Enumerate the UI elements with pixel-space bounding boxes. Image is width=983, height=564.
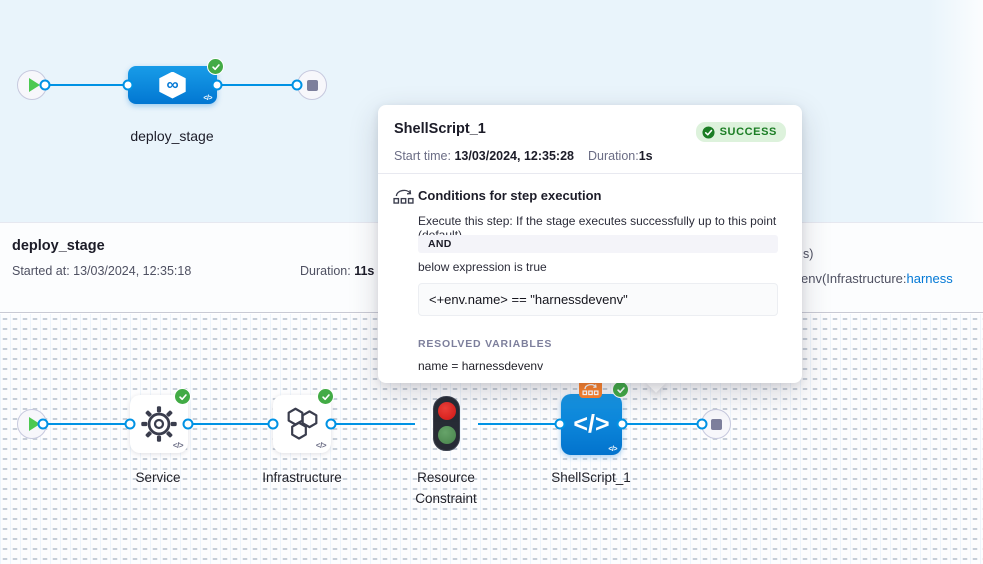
conditions-icon xyxy=(393,187,414,210)
code-icon: </> xyxy=(203,95,212,102)
connector-dot xyxy=(697,419,708,430)
resolved-variable-value: name = harnessdevenv xyxy=(418,359,543,373)
gear-icon xyxy=(140,405,178,443)
shellscript-success-check-icon xyxy=(612,381,629,398)
resolved-variables-heading: RESOLVED VARIABLES xyxy=(418,338,552,350)
step-label-infrastructure: Infrastructure xyxy=(232,467,372,488)
popover-title: ShellScript_1 xyxy=(394,121,486,137)
step-details-popover: ShellScript_1 SUCCESS Start time: 13/03/… xyxy=(378,105,802,383)
conditional-execution-icon xyxy=(582,382,599,396)
pipeline-execution-screen: ∞ </> deploy_stage deploy_stage Started … xyxy=(0,0,983,564)
traffic-light-red-icon xyxy=(438,402,456,420)
duration-label: Duration: xyxy=(588,149,639,163)
cd-stage-icon: ∞ xyxy=(158,72,188,99)
stage-duration: Duration: 11s xyxy=(300,264,374,278)
start-time-label: Start time: xyxy=(394,149,454,163)
code-icon-large: </> xyxy=(573,410,609,439)
environment-text: env(Infrastructure: xyxy=(801,271,907,286)
connector-dot xyxy=(326,419,337,430)
play-icon xyxy=(29,78,40,92)
environment-link[interactable]: harness xyxy=(907,271,953,286)
connector-dot xyxy=(292,80,303,91)
code-icon: </> xyxy=(173,441,183,450)
start-time-value: 13/03/2024, 12:35:28 xyxy=(454,149,574,163)
panel-right-fade xyxy=(928,0,983,222)
popover-meta: Start time: 13/03/2024, 12:35:28 Duration… xyxy=(394,149,653,163)
expression-box: <+env.name> == "harnessdevenv" xyxy=(418,283,778,316)
step-label-resource-constraint: Resource Constraint xyxy=(396,467,496,509)
stage-duration-value: 11s xyxy=(354,264,374,278)
duration-value: 1s xyxy=(639,149,653,163)
stage-success-check-icon xyxy=(207,58,224,75)
clipped-text-line1: s) xyxy=(803,247,813,261)
expression-caption: below expression is true xyxy=(418,260,547,274)
stop-icon xyxy=(307,80,318,91)
step-node-resource-constraint[interactable] xyxy=(433,396,460,451)
status-badge: SUCCESS xyxy=(696,122,786,142)
stage-summary-title: deploy_stage xyxy=(12,238,105,254)
step-label-shellscript-1: ShellScript_1 xyxy=(521,467,661,488)
popover-divider xyxy=(378,173,802,174)
hexagons-icon xyxy=(284,407,321,442)
stop-icon xyxy=(711,419,722,430)
infrastructure-success-check-icon xyxy=(317,388,334,405)
connector-dot xyxy=(123,80,134,91)
connector-dot xyxy=(125,419,136,430)
connector-dot xyxy=(40,80,51,91)
connector-dot xyxy=(38,419,49,430)
conditions-title: Conditions for step execution xyxy=(418,188,601,203)
check-circle-icon xyxy=(702,126,715,139)
connector-dot xyxy=(555,419,566,430)
stage-started-at: Started at: 13/03/2024, 12:35:18 xyxy=(12,264,191,278)
connector-dot xyxy=(268,419,279,430)
stage-label: deploy_stage xyxy=(102,128,242,144)
step-node-shellscript-1[interactable]: </> </> xyxy=(561,394,622,455)
stage-node-deploy-stage[interactable]: ∞ </> xyxy=(128,66,217,104)
connector-dot xyxy=(617,419,628,430)
step-label-service: Service xyxy=(98,467,218,488)
clipped-text-line2: env(Infrastructure:harness xyxy=(801,271,953,286)
code-icon: </> xyxy=(608,446,617,453)
service-success-check-icon xyxy=(174,388,191,405)
code-icon: </> xyxy=(316,441,326,450)
status-badge-label: SUCCESS xyxy=(720,126,777,138)
operator-chip: AND xyxy=(418,235,778,253)
connector-dot xyxy=(183,419,194,430)
connector-dot xyxy=(212,80,223,91)
stage-duration-label: Duration: xyxy=(300,264,354,278)
traffic-light-green-icon xyxy=(438,426,456,444)
step-edge-line xyxy=(43,423,415,425)
